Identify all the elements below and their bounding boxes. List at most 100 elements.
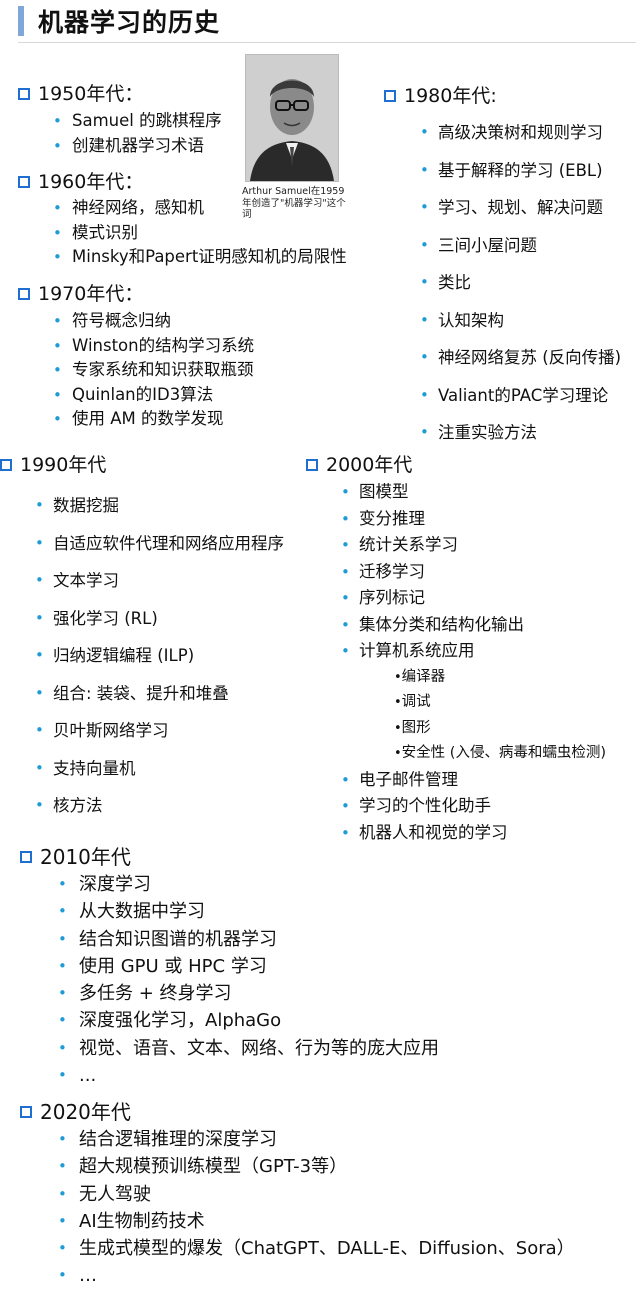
list-item-text: 超大规模预训练模型（GPT-3等） (79, 1156, 348, 1178)
bullet-dot-icon: • (420, 198, 429, 216)
section-1960s: 1960年代： • 神经网络，感知机 • 模式识别 • Minsky和Papert证明感知… (18, 170, 347, 270)
list-item: • 自适应软件代理和网络应用程序 (0, 525, 284, 563)
list-item-text: 神经网络复苏 (反向传播) (438, 348, 622, 367)
list-item: • 迁移学习 (306, 559, 606, 586)
list-item-text: 编译器 (401, 668, 446, 685)
list-item-text: 深度强化学习，AlphaGo (79, 1010, 282, 1032)
list-item-text: 模式识别 (72, 222, 138, 242)
list-item: • 贝叶斯网络学习 (0, 712, 284, 750)
bullet-dot-icon: • (53, 248, 62, 266)
list-item: • 数据挖掘 (0, 487, 284, 525)
list-item-text: 注重实验方法 (438, 423, 537, 442)
bullet-dot-icon: • (420, 160, 429, 179)
list-item: • 三间小屋问题 (384, 227, 621, 265)
bullet-dot-icon: • (420, 348, 429, 366)
bullet-dot-icon: • (35, 571, 44, 589)
bullet-dot-icon: • (58, 875, 67, 893)
list-item: • 生成式模型的爆发（ChatGPT、DALL-E、Diffusion、Sora） (20, 1235, 575, 1262)
bullet-dot-icon: • (58, 1266, 67, 1285)
list-item: • 从大数据中学习 (20, 898, 439, 925)
list-item-text: 迁移学习 (359, 561, 425, 581)
bullet-dot-icon: • (35, 758, 44, 777)
list-item-text: 使用 AM 的数学发现 (72, 409, 224, 428)
item-list: • 结合逻辑推理的深度学习 • 超大规模预训练模型（GPT-3等） • 无人驾驶 • AI生物… (20, 1126, 575, 1290)
bullet-dot-icon: • (394, 669, 402, 685)
square-bullet-icon (20, 851, 32, 863)
item-list: • 符号概念归纳 • Winston的结构学习系统 • 专家系统和知识获取瓶颈 • Quinl… (18, 309, 254, 432)
list-item: • 符号概念归纳 (18, 309, 254, 334)
bullet-dot-icon: • (58, 902, 67, 921)
list-item-text: 类比 (438, 273, 471, 292)
bullet-dot-icon: • (341, 536, 350, 554)
list-item-text: 高级决策树和规则学习 (438, 123, 603, 142)
list-item-text: 视觉、语音、文本、网络、行为等的庞大应用 (79, 1037, 439, 1059)
list-item-text: 变分推理 (359, 508, 425, 528)
bullet-dot-icon: • (58, 1239, 67, 1258)
list-item-text: 结合知识图谱的机器学习 (79, 928, 277, 950)
list-item-text: 从大数据中学习 (79, 901, 205, 923)
list-item: • Quinlan的ID3算法 (18, 383, 254, 408)
list-item-text: 文本学习 (53, 571, 119, 590)
list-item: • 结合知识图谱的机器学习 (20, 926, 439, 953)
list-item-text: 图形 (401, 719, 431, 736)
list-item: • 统计关系学习 (306, 532, 606, 559)
item-list: • 数据挖掘 • 自适应软件代理和网络应用程序 • 文本学习 • 强化学习 (RL) • 归纳逻辑… (0, 487, 284, 825)
list-item: •图形 (306, 716, 606, 742)
list-item-text: Quinlan的ID3算法 (72, 384, 214, 404)
list-item-text: 核方法 (53, 796, 103, 815)
square-bullet-icon (384, 90, 396, 102)
list-item: • 超大规模预训练模型（GPT-3等） (20, 1153, 575, 1180)
list-item: • 序列标记 (306, 585, 606, 612)
list-item-text: 学习的个性化助手 (359, 796, 491, 815)
bullet-dot-icon: • (53, 112, 62, 130)
bullet-dot-icon: • (58, 929, 67, 948)
item-list: • 图模型 • 变分推理 • 统计关系学习 • 迁移学习 • 序列标记 • 集体分类和结构化输出 • 计算… (306, 479, 606, 665)
square-bullet-icon (20, 1106, 32, 1118)
list-item-text: 集体分类和结构化输出 (359, 614, 524, 634)
section-1970s: 1970年代： • 符号概念归纳 • Winston的结构学习系统 • 专家系统和知识获取… (18, 282, 254, 432)
section-1990s: 1990年代 • 数据挖掘 • 自适应软件代理和网络应用程序 • 文本学习 • 强化学习 (R… (0, 453, 284, 825)
list-item: • 神经网络，感知机 (18, 196, 347, 221)
bullet-dot-icon: • (35, 496, 44, 514)
list-item-text: 神经网络，感知机 (72, 198, 204, 217)
section-heading: 1950年代： (18, 82, 222, 106)
list-item-text: 贝叶斯网络学习 (53, 721, 169, 740)
list-item: •... (20, 1062, 439, 1089)
section-heading: 1970年代： (18, 282, 254, 306)
list-item: • 基于解释的学习 (EBL) (384, 152, 621, 190)
list-item: •安全性 (入侵、病毒和蠕虫检测) (306, 741, 606, 767)
bullet-dot-icon: • (58, 1157, 67, 1176)
page-title: 机器学习的历史 (38, 8, 221, 37)
list-item: • 支持向量机 (0, 750, 284, 788)
bullet-dot-icon: • (35, 721, 44, 739)
list-item-text: 三间小屋问题 (438, 235, 537, 255)
section-2020s: 2020年代 • 结合逻辑推理的深度学习 • 超大规模预训练模型（GPT-3等） • 无人… (20, 1100, 575, 1290)
list-item: • 组合: 装袋、提升和堆叠 (0, 675, 284, 713)
bullet-dot-icon: • (394, 695, 402, 710)
bullet-dot-icon: • (394, 720, 402, 736)
bullet-dot-icon: • (341, 483, 350, 501)
square-bullet-icon (18, 288, 30, 300)
bullet-dot-icon: • (341, 615, 350, 634)
item-list: • 深度学习 • 从大数据中学习 • 结合知识图谱的机器学习 • 使用 GPU 或 HPC 学… (20, 871, 439, 1089)
bullet-dot-icon: • (58, 1130, 67, 1148)
list-item: • AI生物制药技术 (20, 1208, 575, 1235)
bullet-dot-icon: • (341, 823, 350, 842)
list-item-text: 序列标记 (359, 588, 425, 607)
bullet-dot-icon: • (341, 589, 350, 607)
list-item: • Valiant的PAC学习理论 (384, 377, 621, 415)
list-item: • 视觉、语音、文本、网络、行为等的庞大应用 (20, 1035, 439, 1062)
bullet-dot-icon: • (58, 956, 67, 975)
list-item: • 机器人和视觉的学习 (306, 820, 606, 847)
bullet-dot-icon: • (53, 410, 62, 428)
item-list: • Samuel 的跳棋程序 • 创建机器学习术语 (18, 109, 222, 158)
list-item-text: 强化学习 (RL) (53, 608, 158, 628)
item-list: • 电子邮件管理 • 学习的个性化助手 • 机器人和视觉的学习 (306, 767, 606, 847)
bullet-dot-icon: • (341, 770, 350, 789)
list-item-text: 安全性 (入侵、病毒和蠕虫检测) (401, 745, 607, 761)
list-item: • 使用 AM 的数学发现 (18, 407, 254, 432)
list-item-text: 组合: 装袋、提升和堆叠 (53, 683, 229, 703)
bullet-dot-icon: • (341, 642, 350, 660)
bullet-dot-icon: • (53, 199, 62, 217)
title-divider (18, 42, 636, 43)
